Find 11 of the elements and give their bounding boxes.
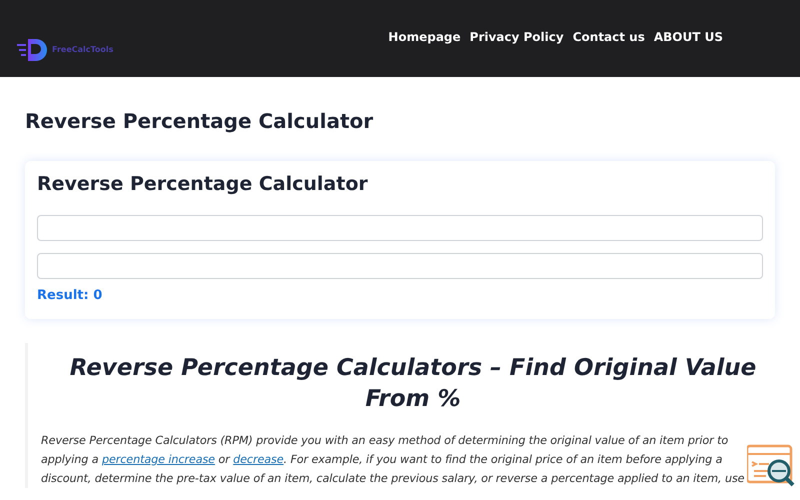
logo-text: FreeCalcTools [52,45,114,54]
text-link[interactable]: percentage increase [102,453,215,466]
calculator-title: Reverse Percentage Calculator [37,173,369,195]
nav-link[interactable]: Contact us [572,30,645,44]
article-heading: Reverse Percentage Calculators – Find Original Value From % [68,354,758,414]
page-title: Reverse Percentage Calculator [25,109,374,133]
nav-link[interactable]: Homepage [388,30,461,44]
result-text: Result: 0 [37,288,104,303]
nav-link[interactable]: Privacy Policy [470,30,564,44]
nav-link[interactable]: ABOUT US [654,30,723,44]
text-link[interactable]: decrease [233,453,284,466]
